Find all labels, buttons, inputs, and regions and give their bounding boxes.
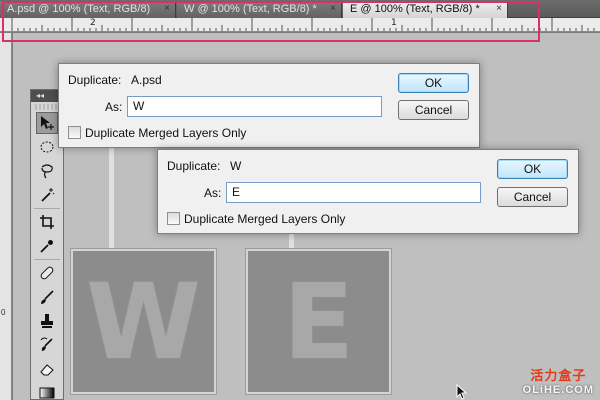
elliptical-marquee-icon[interactable]: [36, 136, 58, 158]
letter-tile-e: E: [246, 249, 391, 394]
tab-label: W @ 100% (Text, RGB/8) *: [184, 3, 317, 15]
panel-grip[interactable]: [35, 104, 59, 110]
letter-tile-w: W: [71, 249, 216, 394]
vertical-ruler[interactable]: 0: [0, 33, 12, 400]
ruler-label: 0: [1, 308, 6, 317]
as-name-input[interactable]: W: [127, 96, 382, 117]
letter-glyph: W: [86, 260, 201, 383]
watermark: 活力盒子 OLiHE.COM: [523, 365, 594, 396]
watermark-chinese: 活力盒子: [530, 369, 587, 384]
duplicate-dialog-e: Duplicate: W As: E Duplicate Merged Laye…: [157, 149, 579, 234]
duplicate-source: A.psd: [131, 73, 162, 87]
merged-layers-checkbox[interactable]: [167, 212, 180, 225]
as-name-input[interactable]: E: [226, 182, 481, 203]
tab-e[interactable]: E @ 100% (Text, RGB/8) * ×: [343, 1, 508, 19]
merged-layers-checkbox[interactable]: [68, 126, 81, 139]
history-brush-icon[interactable]: [36, 334, 58, 356]
ok-button[interactable]: OK: [497, 159, 568, 179]
connector-line: [109, 143, 114, 251]
close-icon[interactable]: ×: [330, 3, 336, 14]
collapse-icon[interactable]: ◂◂: [36, 91, 44, 100]
cancel-button[interactable]: Cancel: [497, 187, 568, 207]
close-icon[interactable]: ×: [496, 3, 502, 14]
letter-glyph: E: [282, 260, 355, 383]
ok-button[interactable]: OK: [398, 73, 469, 93]
watermark-english: OLiHE.COM: [522, 384, 594, 396]
clone-stamp-icon[interactable]: [36, 310, 58, 332]
healing-brush-icon[interactable]: [36, 262, 58, 284]
tab-label: A.psd @ 100% (Text, RGB/8): [7, 3, 151, 15]
checkbox-label: Duplicate Merged Layers Only: [184, 212, 346, 226]
close-icon[interactable]: ×: [164, 3, 170, 14]
eraser-icon[interactable]: [36, 358, 58, 380]
ruler-label: 1: [391, 18, 397, 28]
as-label: As:: [204, 186, 222, 200]
cancel-button[interactable]: Cancel: [398, 100, 469, 120]
duplicate-source: W: [230, 159, 242, 173]
magic-wand-icon[interactable]: [36, 184, 58, 206]
eyedropper-icon[interactable]: [36, 235, 58, 257]
crop-icon[interactable]: [36, 211, 58, 233]
mouse-cursor-icon: [456, 384, 468, 400]
tab-w[interactable]: W @ 100% (Text, RGB/8) * ×: [177, 1, 342, 18]
gradient-icon[interactable]: [36, 382, 58, 400]
duplicate-label: Duplicate:: [167, 159, 221, 173]
brush-icon[interactable]: [36, 286, 58, 308]
tab-a-psd[interactable]: A.psd @ 100% (Text, RGB/8) ×: [0, 1, 176, 18]
divider: [34, 208, 60, 209]
divider: [34, 259, 60, 260]
duplicate-dialog-w: Duplicate: A.psd As: W Duplicate Merged …: [58, 63, 480, 148]
horizontal-ruler[interactable]: 2 1: [0, 18, 600, 32]
duplicate-label: Duplicate:: [68, 73, 122, 87]
tab-label: E @ 100% (Text, RGB/8) *: [350, 3, 480, 15]
lasso-icon[interactable]: [36, 160, 58, 182]
ruler-label: 2: [90, 18, 96, 28]
checkbox-label: Duplicate Merged Layers Only: [85, 126, 247, 140]
as-label: As:: [105, 100, 123, 114]
move-tool-icon[interactable]: [36, 112, 58, 134]
document-tab-bar: A.psd @ 100% (Text, RGB/8) × W @ 100% (T…: [0, 0, 600, 19]
connector-line: [289, 231, 294, 251]
